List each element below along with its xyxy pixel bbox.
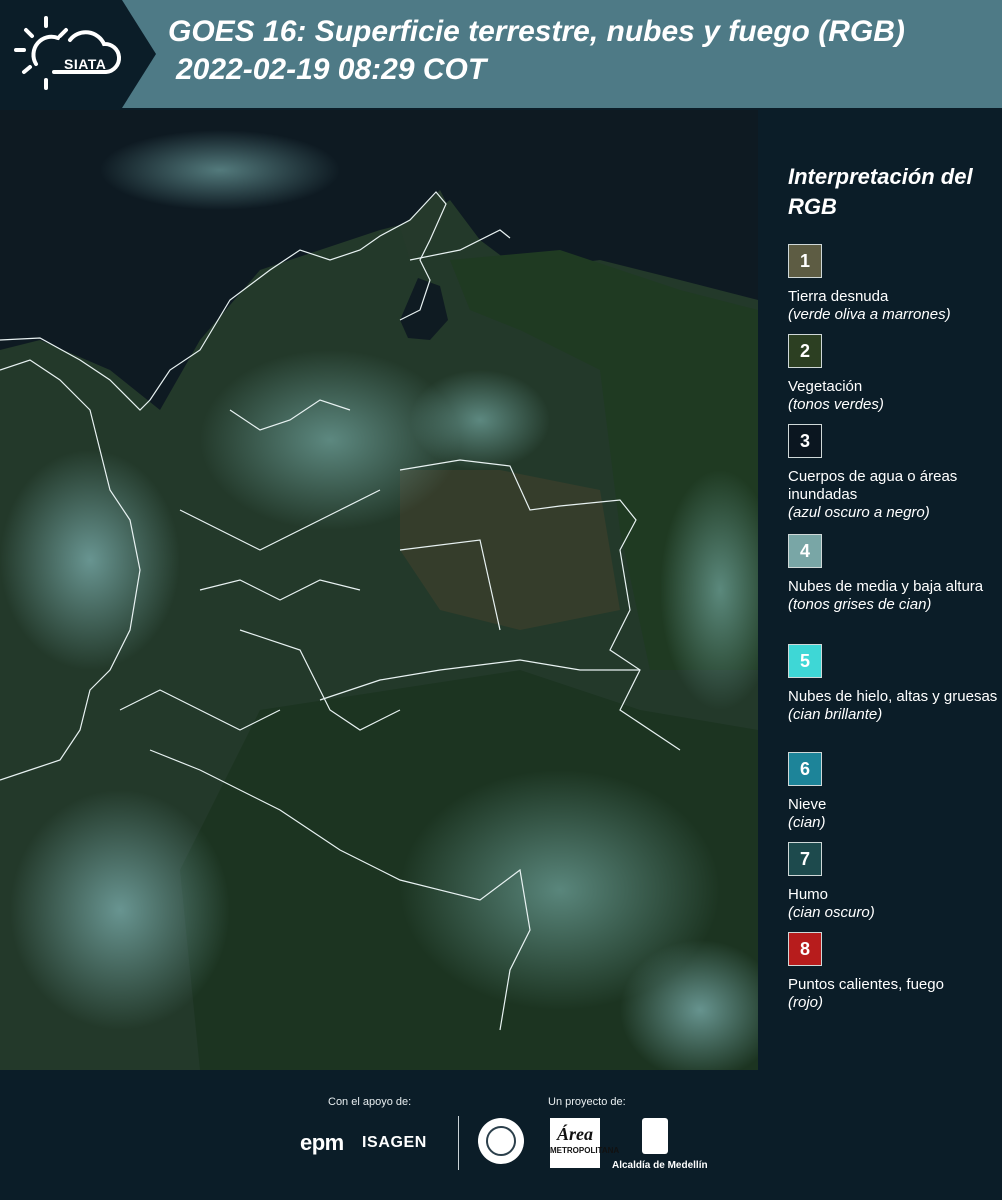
legend-swatch: 3	[788, 424, 822, 458]
legend-swatch: 8	[788, 932, 822, 966]
legend-title: Interpretación del RGB	[788, 164, 973, 219]
legend-item-vegetation: 2 Vegetación (tonos verdes)	[788, 334, 998, 414]
page-title: GOES 16: Superficie terrestre, nubes y f…	[168, 15, 905, 48]
alcaldia-label: Alcaldía de Medellín	[612, 1160, 708, 1171]
cloud-southwest	[10, 790, 230, 1030]
legend-swatch: 2	[788, 334, 822, 368]
legend-note: (tonos verdes)	[788, 396, 884, 413]
legend-item-mid-low-clouds: 4 Nubes de media y baja altura (tonos gr…	[788, 534, 998, 614]
legend-item-fire: 8 Puntos calientes, fuego (rojo)	[788, 932, 998, 1012]
alcaldia-shield-icon	[642, 1118, 668, 1154]
legend-note: (azul oscuro a negro)	[788, 504, 930, 521]
legend-label: Nubes de hielo, altas y gruesas	[788, 688, 998, 705]
legend-item-smoke: 7 Humo (cian oscuro)	[788, 842, 998, 922]
image-datetime: 2022-02-19 08:29 COT	[176, 53, 487, 86]
isagen-logo: ISAGEN	[362, 1134, 427, 1151]
footer: Con el apoyo de: Un proyecto de: epm ISA…	[0, 1070, 1002, 1200]
legend-label: Nubes de media y baja altura	[788, 578, 984, 595]
legend-label: Humo	[788, 886, 829, 903]
legend-note: (verde oliva a marrones)	[788, 306, 951, 323]
area-logo-script: Área	[557, 1124, 593, 1144]
cloud-north	[410, 370, 550, 470]
cloud-pacific	[0, 450, 180, 670]
map-svg	[0, 110, 758, 1070]
legend-note: (cian oscuro)	[788, 904, 875, 921]
legend-label: Tierra desnuda	[788, 288, 889, 305]
legend-swatch: 6	[788, 752, 822, 786]
cloud-caribbean	[100, 130, 340, 210]
support-label: Con el apoyo de:	[328, 1096, 412, 1108]
medellin-seal-icon	[478, 1118, 524, 1164]
legend-panel: Interpretación del RGB 1 Tierra desnuda …	[760, 110, 1002, 1070]
project-label: Un proyecto de:	[548, 1096, 626, 1108]
legend-label: Nieve	[788, 796, 827, 813]
legend-swatch: 7	[788, 842, 822, 876]
legend-item-water: 3 Cuerpos de agua o áreas inundadas (azu…	[788, 424, 998, 522]
legend-note: (cian)	[788, 814, 826, 831]
legend-item-bare-land: 1 Tierra desnuda (verde oliva a marrones…	[788, 244, 998, 324]
legend-swatch: 5	[788, 644, 822, 678]
legend-item-snow: 6 Nieve (cian)	[788, 752, 998, 832]
legend-note: (cian brillante)	[788, 706, 883, 723]
legend-label: Puntos calientes, fuego	[788, 976, 944, 993]
header-arrow-shape	[122, 0, 156, 108]
siata-logo: SIATA	[14, 14, 124, 94]
logo-text: SIATA	[64, 56, 107, 72]
epm-logo: epm	[300, 1130, 344, 1155]
area-logo-subtext: METROPOLITANA	[550, 1146, 620, 1155]
area-metropolitana-logo: Área METROPOLITANA	[550, 1118, 619, 1168]
legend-item-ice-clouds: 5 Nubes de hielo, altas y gruesas (cian …	[788, 644, 998, 724]
legend-note: (rojo)	[788, 994, 824, 1011]
satellite-map[interactable]	[0, 110, 758, 1070]
sun-cloud-icon	[14, 16, 122, 90]
legend-label: Cuerpos de agua o áreas inundadas	[788, 468, 958, 503]
legend-label: Vegetación	[788, 378, 863, 395]
header-bar: SIATA GOES 16: Superficie terrestre, nub…	[0, 0, 1002, 108]
legend-note: (tonos grises de cian)	[788, 596, 932, 613]
footer-divider	[458, 1116, 459, 1170]
legend-swatch: 4	[788, 534, 822, 568]
legend-swatch: 1	[788, 244, 822, 278]
